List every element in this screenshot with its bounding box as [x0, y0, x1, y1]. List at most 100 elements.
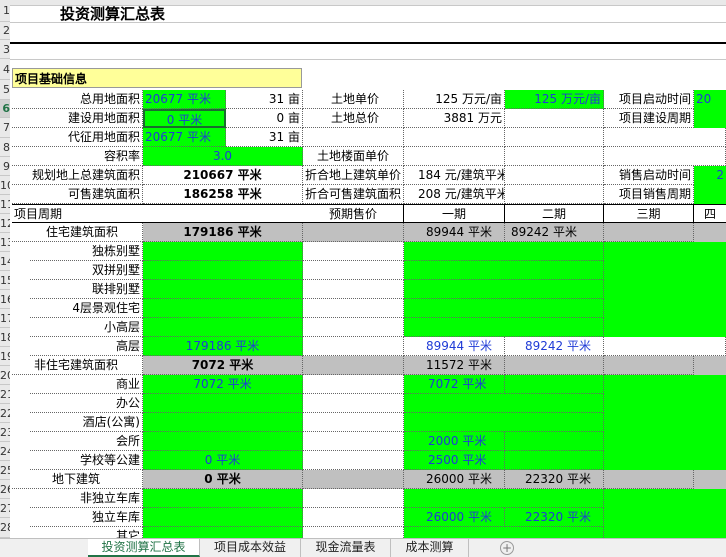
row-header[interactable]: 18: [0, 328, 10, 347]
empty-cell[interactable]: [303, 451, 404, 470]
value-high-rise-phase-1[interactable]: 89944 平米: [404, 337, 505, 356]
label-independent-garage[interactable]: 独立车库: [30, 508, 143, 527]
input-cell[interactable]: [604, 413, 726, 432]
row-header[interactable]: 3: [0, 40, 10, 59]
empty-cell[interactable]: [303, 337, 404, 356]
empty-cell[interactable]: [505, 356, 604, 375]
input-cell[interactable]: [604, 299, 726, 318]
empty-cell[interactable]: [694, 470, 726, 489]
input-cell[interactable]: [404, 242, 604, 261]
value-expropriated-land-sqm[interactable]: 20677 平米: [143, 128, 226, 147]
input-cell[interactable]: [143, 242, 303, 261]
empty-cell[interactable]: [303, 318, 404, 337]
label-total-land[interactable]: 总用地面积: [12, 90, 143, 109]
input-cell[interactable]: [404, 261, 604, 280]
row-header[interactable]: 20: [0, 366, 10, 385]
value-planned-above-ground-area[interactable]: 210667 平米: [143, 166, 303, 185]
row-header[interactable]: 26: [0, 480, 10, 499]
label-clubhouse[interactable]: 会所: [30, 432, 143, 451]
label-floor-unit-price[interactable]: 土地楼面单价: [303, 147, 404, 166]
label-office[interactable]: 办公: [30, 394, 143, 413]
row-header[interactable]: 21: [0, 385, 10, 404]
row-header[interactable]: 4: [0, 59, 10, 80]
row-header[interactable]: 10: [0, 176, 10, 195]
header-phase-3[interactable]: 三期: [604, 204, 694, 223]
label-build-land[interactable]: 建设用地面积: [12, 109, 143, 128]
header-expected-price[interactable]: 预期售价: [303, 204, 404, 223]
label-sales-start[interactable]: 销售启动时间: [604, 166, 694, 185]
value-expropriated-land-mu[interactable]: 31 亩: [226, 128, 303, 147]
empty-cell[interactable]: [694, 356, 726, 375]
label-detached-villa[interactable]: 独栋别墅: [30, 242, 143, 261]
empty-cell[interactable]: [505, 166, 604, 185]
input-cell[interactable]: [143, 413, 303, 432]
input-cell[interactable]: [143, 489, 303, 508]
input-cell[interactable]: [604, 432, 726, 451]
input-cell[interactable]: [604, 261, 726, 280]
input-cell[interactable]: [604, 451, 726, 470]
value-saleable-unit-price[interactable]: 208 元/建筑平米: [404, 185, 505, 204]
input-cell[interactable]: [143, 280, 303, 299]
row-header[interactable]: 12: [0, 214, 10, 233]
header-phase-2[interactable]: 二期: [505, 204, 604, 223]
header-phase-1[interactable]: 一期: [404, 204, 505, 223]
input-cell[interactable]: [604, 375, 726, 394]
label-planned-above-ground-area[interactable]: 规划地上总建筑面积: [12, 166, 143, 185]
tab-cost-benefit[interactable]: 项目成本效益: [200, 539, 301, 557]
spreadsheet-grid[interactable]: 1 2 3 4 5 6 7 8 9 10 11 12 13 14 15 16 1…: [0, 0, 726, 538]
label-residential-area[interactable]: 住宅建筑面积: [12, 223, 143, 242]
value-independent-garage-phase-1[interactable]: 26000 平米: [404, 508, 505, 527]
input-cell[interactable]: [143, 318, 303, 337]
label-underground[interactable]: 地下建筑: [12, 470, 143, 489]
row-header[interactable]: 27: [0, 499, 10, 518]
value-land-unit-price[interactable]: 125 万元/亩: [404, 90, 505, 109]
empty-cell[interactable]: [303, 261, 404, 280]
value-commercial-total[interactable]: 7072 平米: [143, 375, 303, 394]
label-non-residential-area[interactable]: 非住宅建筑面积: [12, 356, 143, 375]
value-residential-total[interactable]: 179186 平米: [143, 223, 303, 242]
value-total-land-sqm[interactable]: 20677 平米: [143, 90, 226, 109]
label-non-independent-garage[interactable]: 非独立车库: [30, 489, 143, 508]
empty-cell[interactable]: [303, 280, 404, 299]
input-cell[interactable]: [604, 280, 726, 299]
value-school-public-phase-1[interactable]: 2500 平米: [404, 451, 505, 470]
label-commercial[interactable]: 商业: [30, 375, 143, 394]
empty-cell[interactable]: [404, 147, 505, 166]
label-school-public[interactable]: 学校等公建: [30, 451, 143, 470]
label-mid-rise[interactable]: 小高层: [30, 318, 143, 337]
label-project-period[interactable]: 项目周期: [12, 204, 143, 223]
label-build-period[interactable]: 项目建设周期: [604, 109, 694, 128]
empty-cell[interactable]: [604, 337, 726, 356]
row-header[interactable]: 8: [0, 138, 10, 157]
input-cell[interactable]: [404, 413, 604, 432]
empty-cell[interactable]: [303, 508, 404, 527]
empty-cell[interactable]: [604, 128, 726, 147]
input-cell[interactable]: [604, 527, 726, 538]
empty-cell[interactable]: [303, 489, 404, 508]
row-header[interactable]: 2: [0, 22, 10, 40]
value-residential-phase-1[interactable]: 89944 平米: [404, 223, 505, 242]
value-sales-period[interactable]: [694, 185, 726, 204]
value-non-residential-phase-1[interactable]: 11572 平米: [404, 356, 505, 375]
label-land-total-price[interactable]: 土地总价: [303, 109, 404, 128]
input-cell[interactable]: [143, 261, 303, 280]
input-cell[interactable]: [604, 394, 726, 413]
input-cell[interactable]: [143, 508, 303, 527]
value-independent-garage-phase-2[interactable]: 22320 平米: [505, 508, 604, 527]
tab-investment-summary[interactable]: 投资测算汇总表: [88, 539, 200, 557]
value-underground-phase-2[interactable]: 22320 平米: [505, 470, 604, 489]
input-cell[interactable]: [143, 299, 303, 318]
label-above-ground-unit-price[interactable]: 折合地上建筑单价: [303, 166, 404, 185]
row-header[interactable]: 24: [0, 442, 10, 461]
input-cell[interactable]: [404, 489, 604, 508]
label-project-start[interactable]: 项目启动时间: [604, 90, 694, 109]
label-expropriated-land[interactable]: 代征用地面积: [12, 128, 143, 147]
row-header[interactable]: 11: [0, 195, 10, 214]
input-cell[interactable]: [604, 489, 726, 508]
empty-cell[interactable]: [694, 223, 726, 242]
empty-cell[interactable]: [604, 470, 694, 489]
row-header[interactable]: 22: [0, 404, 10, 423]
label-sales-period[interactable]: 项目销售周期: [604, 185, 694, 204]
empty-cell[interactable]: [303, 413, 404, 432]
empty-cell[interactable]: [505, 128, 604, 147]
